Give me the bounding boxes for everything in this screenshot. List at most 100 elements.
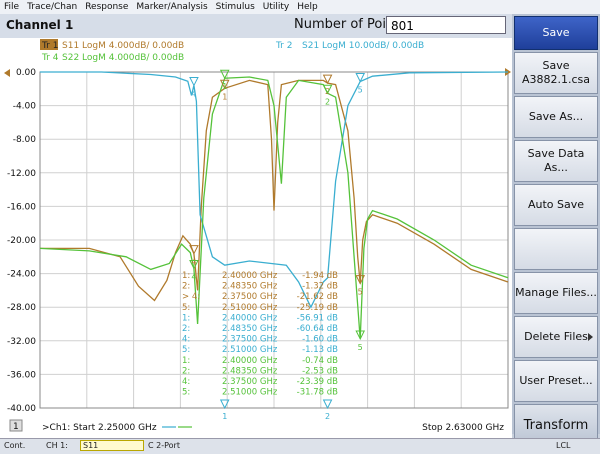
y-tick-label: -4.00	[13, 102, 37, 112]
marker-readout-number: 4:	[182, 335, 190, 345]
manage-files-button[interactable]: Manage Files...	[514, 272, 598, 314]
user-preset-label: User Preset...	[519, 374, 593, 387]
menu-item-marker-analysis[interactable]: Marker/Analysis	[132, 2, 211, 12]
marker-readout-value: -60.64 dB	[297, 324, 338, 334]
save-as-button[interactable]: Save As...	[514, 96, 598, 138]
y-tick-label: -12.00	[7, 169, 36, 179]
menu-item-trace-chan[interactable]: Trace/Chan	[23, 2, 81, 12]
y-tick-label: -16.00	[7, 202, 36, 212]
marker-readout-frequency: 2.51000 GHz	[222, 388, 278, 398]
marker-readout-value: -25.19 dB	[297, 303, 338, 313]
marker-readout-value: -23.39 dB	[297, 377, 338, 387]
trace-id-3: Tr 4	[41, 53, 59, 63]
marker-readout-value: -0.74 dB	[302, 356, 338, 366]
y-tick-label: -8.00	[13, 135, 37, 145]
marker-readout-frequency: 2.40000 GHz	[222, 356, 278, 366]
auto-save-label: Auto Save	[527, 198, 585, 211]
y-tick-label: -24.00	[7, 270, 36, 280]
save-data-as-button[interactable]: Save Data As...	[514, 140, 598, 182]
marker-number-label: 2	[325, 87, 330, 96]
marker-readout-number: 2:	[182, 282, 190, 292]
status-bar: Cont. CH 1: S11 C 2-Port LCL	[0, 438, 600, 454]
marker-readout-value: -1.13 dB	[302, 345, 338, 355]
save-file-name: A3882.1.csa	[521, 73, 591, 86]
footer-stop-frequency: Stop 2.63000 GHz	[422, 423, 504, 433]
plot-svg: 0.00 -4.00 -8.00 -12.00 -16.00 -20.00 -24.00 -2…	[4, 39, 511, 433]
marker-number-label: 5	[358, 85, 363, 94]
marker-number-label: 5	[358, 288, 363, 297]
marker-readout-value: -1.32 dB	[302, 282, 338, 292]
save-button-label: Save	[542, 26, 570, 39]
marker-readout-number: 5:	[182, 388, 190, 398]
marker-number-label: 4	[191, 272, 196, 281]
marker-readout-frequency: 2.40000 GHz	[222, 271, 278, 281]
marker-readout-frequency: 2.51000 GHz	[222, 303, 278, 313]
empty-softkey[interactable]	[514, 228, 598, 270]
marker-readout-frequency: 2.37500 GHz	[222, 335, 278, 345]
status-channel: CH 1:	[46, 441, 68, 450]
save-file-label: Save	[542, 59, 570, 72]
reference-marker-left-icon	[4, 69, 10, 77]
user-preset-button[interactable]: User Preset...	[514, 360, 598, 402]
measurement-plot[interactable]: 0.00 -4.00 -8.00 -12.00 -16.00 -20.00 -24.00 -2…	[0, 38, 512, 438]
marker-readout-frequency: 2.48350 GHz	[222, 282, 278, 292]
trace-label-1: S11 LogM 4.000dB/ 0.00dB	[62, 41, 184, 51]
softkey-panel: Save Save A3882.1.csa Save As... Save Dat…	[512, 14, 600, 448]
trace-label-3: S22 LogM 4.000dB/ 0.00dB	[62, 53, 184, 63]
footer-start-frequency: >Ch1: Start 2.25000 GHz	[42, 423, 157, 433]
marker-triangle-icon	[322, 399, 333, 410]
number-of-points-input[interactable]: 801	[386, 16, 506, 34]
save-file-button[interactable]: Save A3882.1.csa	[514, 52, 598, 94]
marker-readout-number: 2:	[182, 324, 190, 334]
marker-number-label: 1	[222, 92, 227, 101]
trace-id-2: Tr 2	[275, 41, 292, 51]
status-parameter[interactable]: S11	[80, 440, 144, 451]
menu-item-response[interactable]: Response	[81, 2, 132, 12]
channel-title: Channel 1	[6, 18, 74, 32]
marker-readout-number: 5:	[182, 303, 190, 313]
marker-number-label: 5	[358, 343, 363, 352]
marker-readout-frequency: 2.40000 GHz	[222, 313, 278, 323]
trace-id-1: Tr 1	[41, 41, 58, 51]
manage-files-label: Manage Files...	[515, 286, 597, 299]
marker-readout-value: -56.91 dB	[297, 313, 338, 323]
status-cont: Cont.	[4, 441, 26, 450]
save-button[interactable]: Save	[514, 16, 598, 50]
marker-readout-frequency: 2.37500 GHz	[222, 377, 278, 387]
marker-readout-frequency: 2.48350 GHz	[222, 366, 278, 376]
channel-header: Channel 1 Number of Points 801	[0, 14, 512, 38]
save-as-label: Save As...	[528, 110, 584, 123]
marker-number-label: 4	[191, 89, 196, 98]
marker-readout-value: -31.78 dB	[297, 388, 338, 398]
y-tick-label: -28.00	[7, 303, 36, 313]
save-data-as-label: Save Data As...	[527, 147, 585, 174]
marker-readout-number: 4:	[182, 377, 190, 387]
marker-number-label: 2	[325, 412, 330, 421]
marker-triangle-icon	[189, 76, 199, 87]
auto-save-button[interactable]: Auto Save	[514, 184, 598, 226]
marker-readout-number: 5:	[182, 345, 190, 355]
menu-item-help[interactable]: Help	[293, 2, 322, 12]
menu-item-utility[interactable]: Utility	[259, 2, 293, 12]
y-tick-label: 0.00	[16, 68, 36, 78]
marker-readout-number: 1:	[182, 356, 190, 366]
transform-label: Transform	[523, 418, 589, 433]
status-lcl: LCL	[556, 441, 571, 450]
delete-files-button[interactable]: Delete Files	[514, 316, 598, 358]
marker-readout-value: -1.94 dB	[302, 271, 338, 281]
footer-channel-number: 1	[13, 422, 19, 432]
marker-readout-value: -1.60 dB	[302, 335, 338, 345]
menu-item-file[interactable]: File	[0, 2, 23, 12]
marker-readout-value: -2.53 dB	[302, 366, 338, 376]
marker-readout-number: 1:	[182, 313, 190, 323]
submenu-arrow-icon	[588, 333, 593, 341]
marker-number-label: 1	[222, 412, 227, 421]
marker-readout-number: 1:	[182, 271, 190, 281]
y-tick-label: -36.00	[7, 370, 36, 380]
y-tick-label: -32.00	[7, 337, 36, 347]
menu-bar: File Trace/Chan Response Marker/Analysis Sti…	[0, 0, 600, 15]
delete-files-label: Delete Files	[524, 330, 588, 343]
menu-item-stimulus[interactable]: Stimulus	[212, 2, 259, 12]
marker-readout-number: 2:	[182, 366, 190, 376]
marker-number-label: 2	[325, 97, 330, 106]
